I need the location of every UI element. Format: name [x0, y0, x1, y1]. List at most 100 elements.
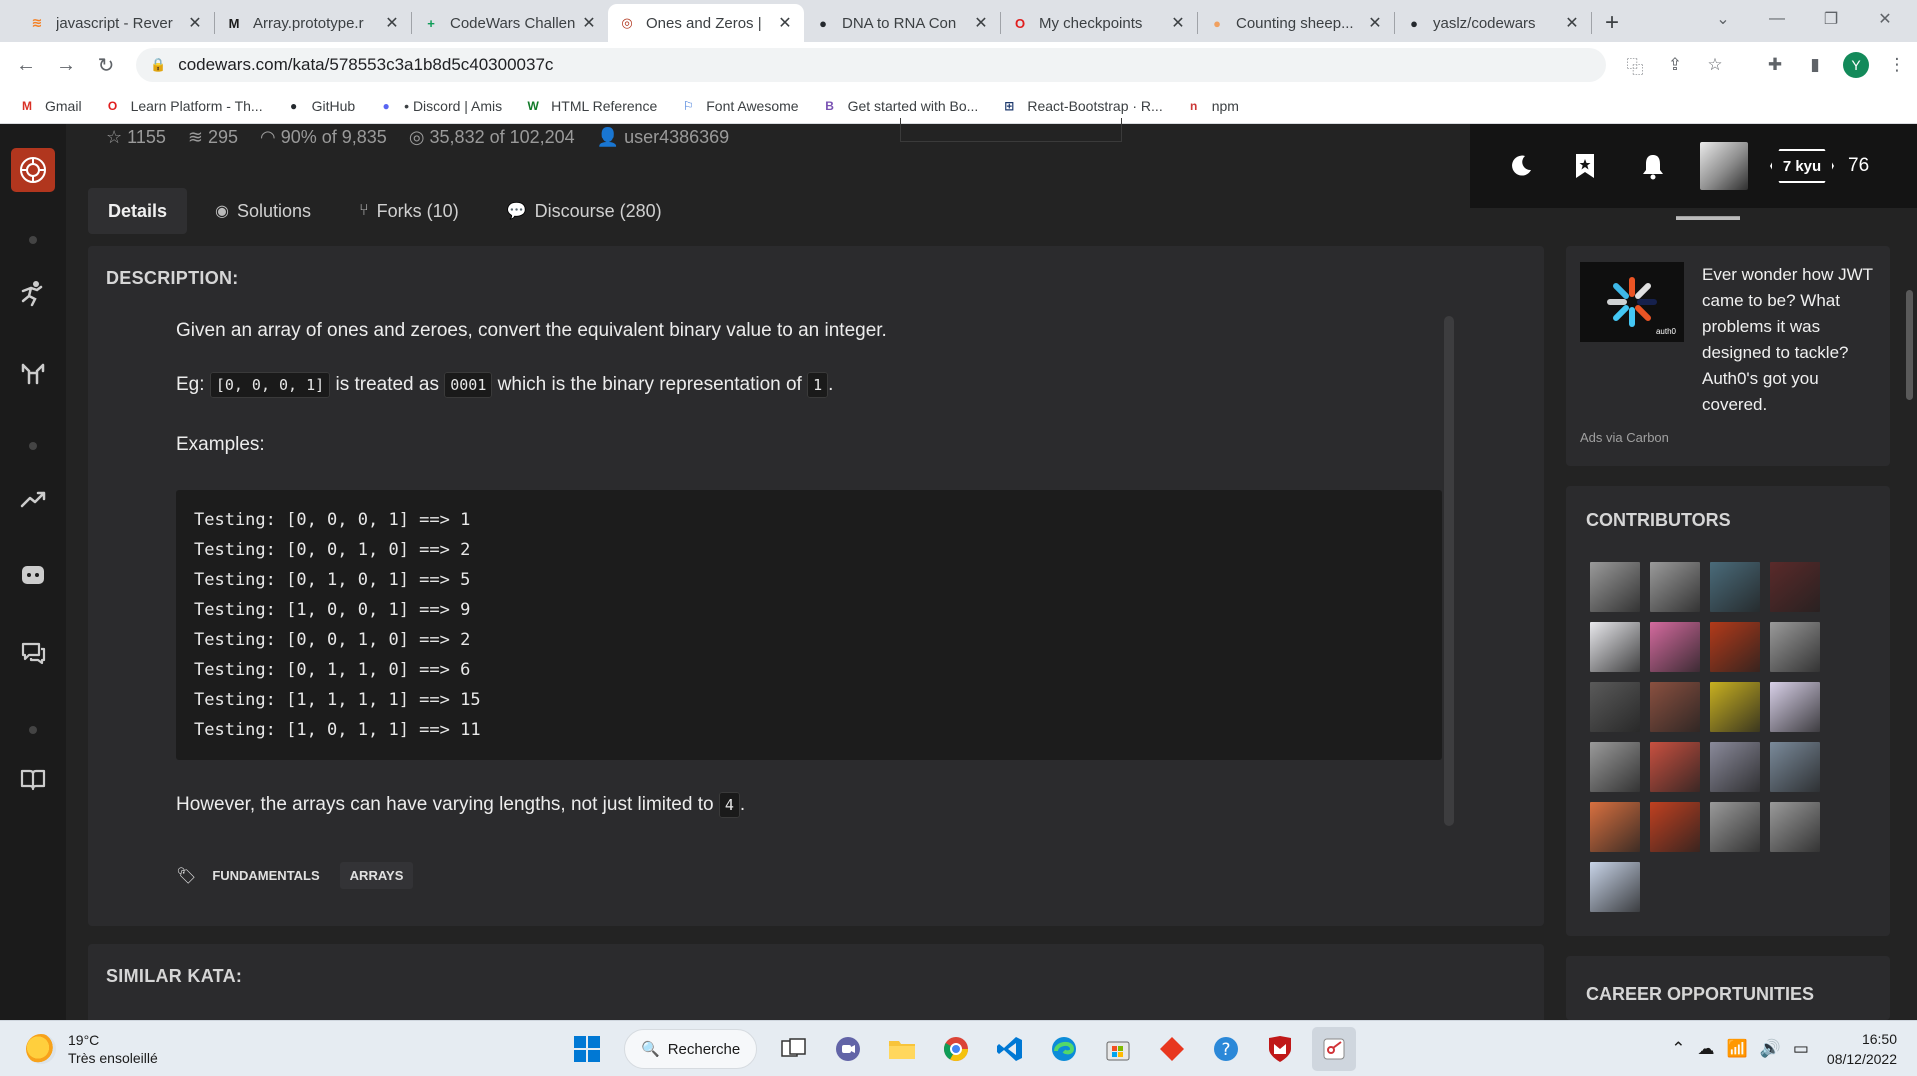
bookmark-star-icon[interactable]: [1560, 146, 1610, 186]
contributor-avatar[interactable]: [1770, 682, 1820, 732]
close-tab-icon[interactable]: ✕: [972, 13, 990, 33]
browser-tab[interactable]: ● DNA to RNA Con ✕: [804, 4, 1000, 42]
teams-chat-icon[interactable]: [826, 1027, 870, 1071]
ms-store-icon[interactable]: [1096, 1027, 1140, 1071]
battery-icon[interactable]: ▭: [1793, 1039, 1809, 1059]
bookmark-item[interactable]: W HTML Reference: [524, 97, 657, 115]
new-tab-button[interactable]: +: [1592, 4, 1632, 42]
contributor-avatar[interactable]: [1650, 802, 1700, 852]
page-scrollbar-thumb[interactable]: [1906, 290, 1913, 400]
contributor-avatar[interactable]: [1650, 742, 1700, 792]
contributor-avatar[interactable]: [1770, 802, 1820, 852]
edge-icon[interactable]: [1042, 1027, 1086, 1071]
url-field[interactable]: 🔒 codewars.com/kata/578553c3a1b8d5c40300…: [136, 48, 1606, 82]
stars-stat[interactable]: ☆ 1155: [106, 127, 166, 148]
close-tab-icon[interactable]: ✕: [186, 13, 204, 33]
bookmark-item[interactable]: ⚐ Font Awesome: [679, 97, 799, 115]
taskbar-search[interactable]: 🔍 Recherche: [624, 1029, 758, 1069]
contributor-avatar[interactable]: [1590, 742, 1640, 792]
contributor-avatar[interactable]: [1770, 562, 1820, 612]
bookmark-item[interactable]: O Learn Platform - Th...: [104, 97, 263, 115]
contributor-avatar[interactable]: [1650, 682, 1700, 732]
contributor-avatar[interactable]: [1590, 682, 1640, 732]
mcafee-icon[interactable]: [1258, 1027, 1302, 1071]
contributor-avatar[interactable]: [1650, 622, 1700, 672]
bookmark-item[interactable]: M Gmail: [18, 97, 82, 115]
close-tab-icon[interactable]: ✕: [580, 13, 598, 33]
forward-button[interactable]: →: [46, 54, 86, 77]
close-tab-icon[interactable]: ✕: [383, 13, 401, 33]
rank-badge[interactable]: 7 kyu: [1770, 149, 1834, 183]
close-tab-icon[interactable]: ✕: [776, 13, 794, 33]
contributor-avatar[interactable]: [1590, 802, 1640, 852]
onedrive-cloud-icon[interactable]: ☁: [1698, 1039, 1715, 1059]
contributor-avatar[interactable]: [1590, 562, 1640, 612]
codewars-logo[interactable]: [11, 148, 55, 192]
tab-search-chevron-icon[interactable]: ⌄: [1696, 0, 1750, 38]
back-button[interactable]: ←: [6, 54, 46, 77]
browser-tab[interactable]: M Array.prototype.r ✕: [215, 4, 411, 42]
close-tab-icon[interactable]: ✕: [1169, 13, 1187, 33]
chrome-icon[interactable]: [934, 1027, 978, 1071]
bookmark-item[interactable]: ⊞ React-Bootstrap · R...: [1000, 97, 1162, 115]
browser-tab[interactable]: ≋ javascript - Rever ✕: [18, 4, 214, 42]
contributor-avatar[interactable]: [1710, 802, 1760, 852]
snipping-tool-icon[interactable]: [1312, 1027, 1357, 1071]
tag-fundamentals[interactable]: FUNDAMENTALS: [202, 862, 329, 889]
windows-start-icon[interactable]: [565, 1027, 609, 1071]
docs-book-icon[interactable]: [16, 762, 50, 796]
dark-mode-moon-icon[interactable]: [1496, 146, 1546, 186]
git-diamond-icon[interactable]: [1150, 1027, 1194, 1071]
contributor-avatar[interactable]: [1590, 622, 1640, 672]
translate-icon[interactable]: ⿻: [1615, 53, 1655, 78]
carbon-ad-card[interactable]: auth0 Ever wonder how JWT came to be? Wh…: [1566, 246, 1890, 466]
extensions-icon[interactable]: ✚: [1755, 55, 1795, 75]
auth0-logo[interactable]: auth0: [1580, 262, 1684, 342]
close-tab-icon[interactable]: ✕: [1563, 13, 1581, 33]
ads-via-carbon[interactable]: Ads via Carbon: [1580, 430, 1669, 445]
practice-icon[interactable]: [16, 356, 50, 390]
bookmark-item[interactable]: ● GitHub: [285, 97, 355, 115]
contributor-avatar[interactable]: [1770, 622, 1820, 672]
minimize-button[interactable]: —: [1750, 0, 1804, 38]
close-tab-icon[interactable]: ✕: [1366, 13, 1384, 33]
vscode-icon[interactable]: [988, 1027, 1032, 1071]
wifi-icon[interactable]: 📶: [1727, 1039, 1748, 1059]
training-icon[interactable]: [16, 276, 50, 310]
task-view-icon[interactable]: [772, 1027, 816, 1071]
bookmark-item[interactable]: B Get started with Bo...: [821, 97, 978, 115]
bookmark-item[interactable]: n npm: [1185, 97, 1239, 115]
share-icon[interactable]: ⇪: [1655, 55, 1695, 75]
discussions-icon[interactable]: [16, 636, 50, 670]
reload-button[interactable]: ↻: [86, 53, 126, 78]
contributor-avatar[interactable]: [1710, 742, 1760, 792]
bookmark-star-icon[interactable]: ☆: [1695, 55, 1735, 75]
browser-tab[interactable]: + CodeWars Challen ✕: [412, 4, 608, 42]
author-stat[interactable]: 👤 user4386369: [597, 127, 730, 148]
volume-icon[interactable]: 🔊: [1760, 1039, 1781, 1059]
file-explorer-icon[interactable]: [880, 1027, 924, 1071]
browser-menu-icon[interactable]: ⋮: [1877, 55, 1917, 75]
clock[interactable]: 16:50 08/12/2022: [1827, 1029, 1897, 1069]
side-panel-icon[interactable]: ▮: [1795, 55, 1835, 75]
contributor-avatar[interactable]: [1710, 562, 1760, 612]
leaderboard-trend-icon[interactable]: [16, 482, 50, 516]
description-scrollbar[interactable]: [1444, 316, 1454, 826]
contributor-avatar[interactable]: [1710, 682, 1760, 732]
browser-tab[interactable]: O My checkpoints ✕: [1001, 4, 1197, 42]
contributor-avatar[interactable]: [1710, 622, 1760, 672]
tab-solutions[interactable]: ◉ Solutions: [195, 188, 331, 234]
discord-icon[interactable]: [16, 558, 50, 592]
contributor-avatar[interactable]: [1590, 862, 1640, 912]
contributor-avatar[interactable]: [1770, 742, 1820, 792]
browser-tab[interactable]: ● yaslz/codewars ✕: [1395, 4, 1591, 42]
profile-avatar[interactable]: Y: [1843, 52, 1869, 78]
tag-arrays[interactable]: ARRAYS: [339, 862, 414, 889]
contributor-avatar[interactable]: [1650, 562, 1700, 612]
ad-text[interactable]: Ever wonder how JWT came to be? What pro…: [1702, 262, 1880, 418]
notifications-bell-icon[interactable]: [1628, 146, 1678, 186]
weather-widget[interactable]: 19°C Très ensoleillé: [26, 1031, 158, 1067]
tab-discourse[interactable]: 💬 Discourse (280): [487, 188, 682, 234]
browser-tab[interactable]: ◎ Ones and Zeros | ✕: [608, 4, 804, 42]
restore-button[interactable]: ❐: [1804, 0, 1858, 38]
